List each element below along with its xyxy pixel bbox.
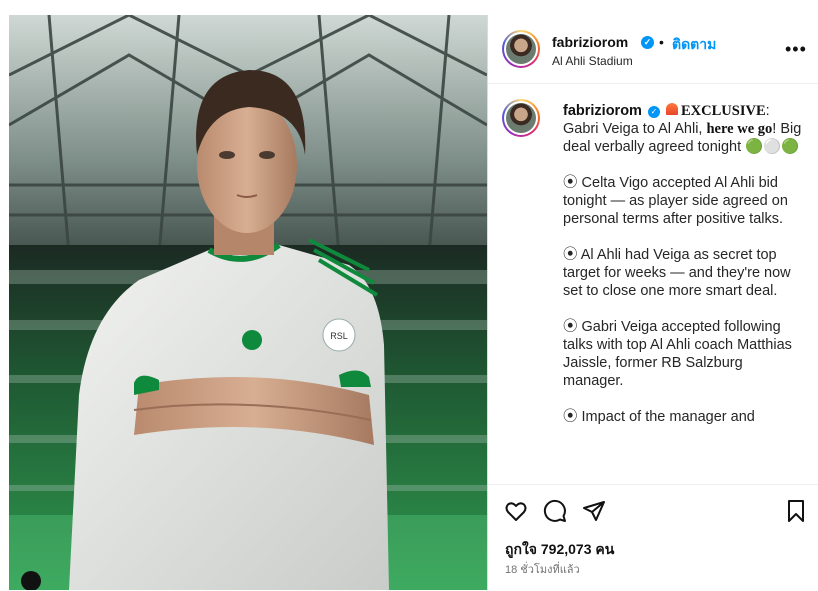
post-timestamp[interactable]: 18 ชั่วโมงที่แล้ว	[505, 560, 580, 578]
author-avatar[interactable]	[502, 30, 540, 68]
heart-icon[interactable]	[504, 499, 528, 523]
share-icon[interactable]	[582, 499, 606, 523]
caption-paragraph-4: ⦿ Gabri Veiga accepted following talks w…	[563, 319, 792, 389]
verified-icon: ✓	[641, 36, 654, 49]
author-username[interactable]: fabriziorom	[552, 34, 628, 50]
here-we-go: here we go	[706, 121, 773, 137]
post-sidebar: fabriziorom ✓ • ติดตาม Al Ahli Stadium •…	[487, 15, 818, 590]
comment-icon[interactable]	[543, 499, 567, 523]
post-location[interactable]: Al Ahli Stadium	[552, 54, 633, 68]
caption-area: fabriziorom ✓ EXCLUSIVE: Gabri Veiga to …	[488, 84, 818, 484]
more-options-icon[interactable]: •••	[785, 39, 807, 60]
player-photo: RSL	[9, 15, 487, 590]
caption-paragraph-3: ⦿ Al Ahli had Veiga as secret top target…	[563, 247, 791, 299]
caption-paragraph-2: ⦿ Celta Vigo accepted Al Ahli bid tonigh…	[563, 175, 788, 227]
caption-text: fabriziorom ✓ EXCLUSIVE: Gabri Veiga to …	[563, 102, 803, 444]
siren-icon	[666, 103, 679, 115]
likes-count[interactable]: ถูกใจ 792,073 คน	[505, 539, 614, 561]
instagram-post: RSL fabriziorom ✓ • ติดตาม Al Ahli Stadi…	[9, 15, 818, 590]
caption-username[interactable]: fabriziorom	[563, 103, 642, 119]
action-bar: ถูกใจ 792,073 คน 18 ชั่วโมงที่แล้ว	[488, 484, 818, 591]
post-image[interactable]: RSL	[9, 15, 487, 590]
jersey-patch-text: RSL	[330, 331, 348, 341]
caption-avatar[interactable]	[502, 99, 540, 137]
exclusive-label: EXCLUSIVE	[681, 103, 766, 119]
bookmark-icon[interactable]	[784, 499, 808, 523]
follow-button[interactable]: ติดตาม	[672, 34, 716, 56]
post-header: fabriziorom ✓ • ติดตาม Al Ahli Stadium •…	[488, 15, 818, 84]
separator-dot: •	[659, 34, 664, 50]
caption-verified-icon: ✓	[647, 106, 660, 118]
caption-paragraph-5: ⦿ Impact of the manager and	[563, 409, 755, 425]
